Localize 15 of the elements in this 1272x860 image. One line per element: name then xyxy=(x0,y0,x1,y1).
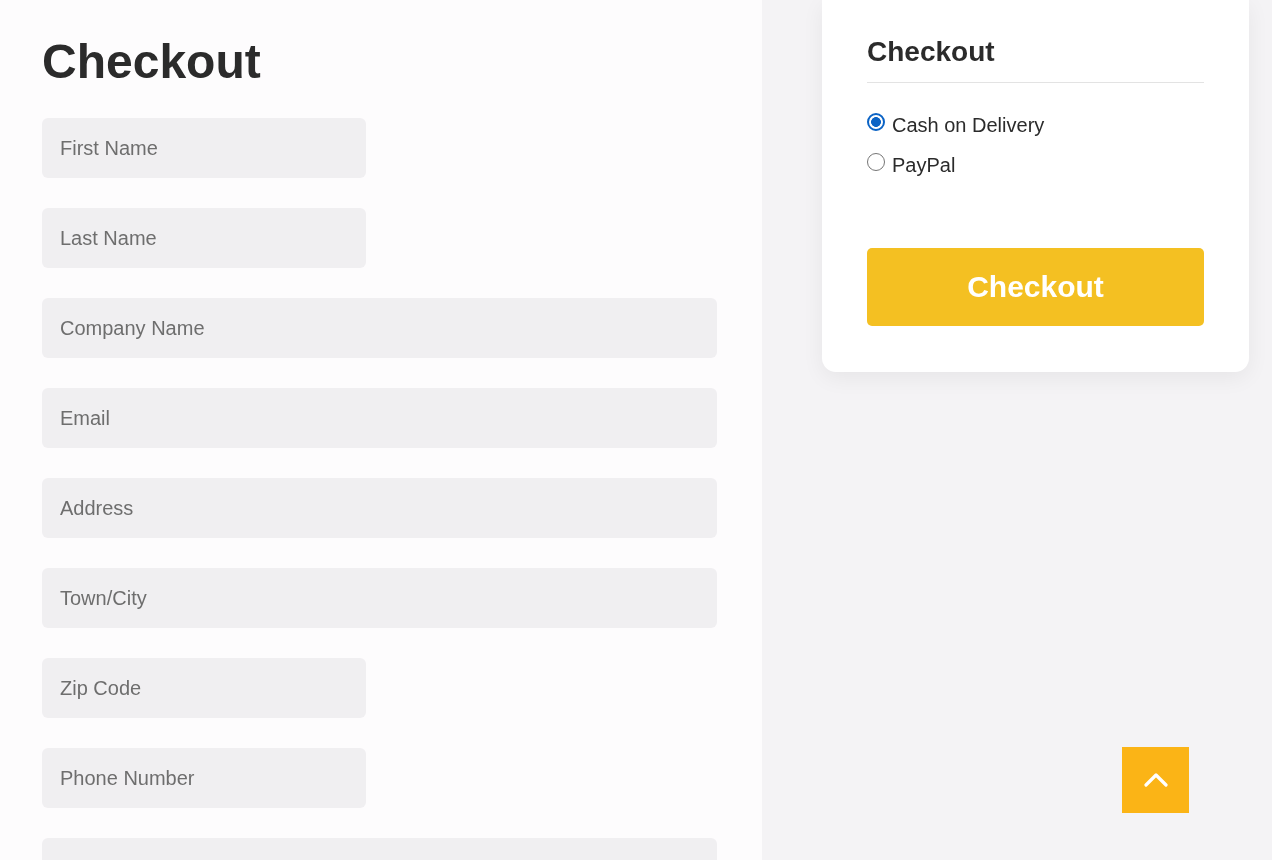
radio-button[interactable] xyxy=(867,113,885,131)
radio-button[interactable] xyxy=(867,153,885,171)
payment-option-label[interactable]: Cash on Delivery xyxy=(892,113,1045,137)
text-field[interactable]: Address xyxy=(42,478,717,538)
text-field[interactable]: First Name xyxy=(42,118,366,178)
text-field[interactable]: Zip Code xyxy=(42,658,366,718)
payment-option-label[interactable]: PayPal xyxy=(892,153,956,177)
page-title: Checkout xyxy=(42,34,262,90)
text-field[interactable]: Phone Number xyxy=(42,748,366,808)
chevron-up-icon xyxy=(1143,773,1168,787)
text-field[interactable]: Email xyxy=(42,388,717,448)
text-field[interactable]: Town/City xyxy=(42,568,717,628)
text-field[interactable]: Last Name xyxy=(42,208,366,268)
text-field[interactable]: Company Name xyxy=(42,298,717,358)
card-title: Checkout xyxy=(867,35,996,69)
